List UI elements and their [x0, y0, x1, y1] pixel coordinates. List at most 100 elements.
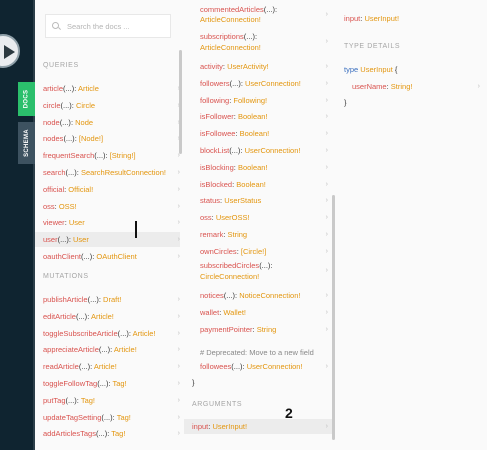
type-close-brace: }	[344, 98, 347, 107]
mutation-putTag[interactable]: putTag(...): Tag! ›	[43, 393, 180, 408]
play-icon	[4, 45, 15, 59]
mutation-editArticle[interactable]: editArticle(...): Article! ›	[43, 309, 180, 324]
chevron-right-icon: ›	[177, 185, 180, 193]
query-official[interactable]: official: Official! ›	[43, 182, 180, 197]
user-type-panel: commentedArticles(...): ArticleConnection…	[184, 0, 337, 450]
chevron-right-icon: ›	[325, 79, 328, 87]
field-isFollowee[interactable]: isFollowee: Boolean! ›	[200, 126, 328, 141]
chevron-right-icon: ›	[325, 267, 328, 275]
mutation-toggleSubscribeArticle[interactable]: toggleSubscribeArticle(...): Article! ›	[43, 326, 180, 341]
field-remark[interactable]: remark: String ›	[200, 227, 328, 242]
field-followees[interactable]: followees(...): UserConnection! ›	[200, 359, 328, 374]
field-isBlocked[interactable]: isBlocked: Boolean! ›	[200, 177, 328, 192]
chevron-right-icon: ›	[177, 396, 180, 404]
text-cursor	[135, 221, 137, 238]
field-subscribedCircles[interactable]: subscribedCircles(...): CircleConnection!…	[200, 261, 328, 283]
chevron-right-icon: ›	[325, 163, 328, 171]
chevron-right-icon: ›	[325, 308, 328, 316]
chevron-right-icon: ›	[325, 96, 328, 104]
field-commentedArticles[interactable]: commentedArticles(...): ArticleConnection…	[200, 4, 328, 26]
mutation-publishArticle[interactable]: publishArticle(...): Draft! ›	[43, 292, 180, 307]
chevron-right-icon: ›	[177, 236, 180, 244]
field-userName[interactable]: userName: String! ›	[352, 79, 480, 94]
panel3-title: input: UserInput!	[344, 14, 400, 23]
chevron-right-icon: ›	[325, 38, 328, 46]
chevron-right-icon: ›	[325, 113, 328, 121]
field-blockList[interactable]: blockList(...): UserConnection! ›	[200, 143, 328, 158]
field-wallet[interactable]: wallet: Wallet! ›	[200, 305, 328, 320]
chevron-right-icon: ›	[177, 380, 180, 387]
query-circle[interactable]: circle(...): Circle›	[43, 98, 180, 113]
type-declaration: type UserInput {	[344, 65, 398, 74]
field-activity[interactable]: activity: UserActivity! ›	[200, 59, 328, 74]
query-oss[interactable]: oss: OSS! ›	[43, 199, 180, 214]
field-isBlocking[interactable]: isBlocking: Boolean! ›	[200, 160, 328, 175]
docs-root-panel: QUERIES article(...): Article› circle(...…	[35, 0, 185, 450]
chevron-right-icon: ›	[177, 219, 180, 227]
field-following[interactable]: following: Following! ›	[200, 93, 328, 108]
mutation-appreciateArticle[interactable]: appreciateArticle(...): Article! ›	[43, 342, 180, 357]
mutation-toggleFollowTag[interactable]: toggleFollowTag(...): Tag! ›	[43, 376, 180, 391]
query-nodes[interactable]: nodes(...): [Node!]›	[43, 131, 180, 146]
mutation-addArticlesTags[interactable]: addArticlesTags(...): Tag! ›	[43, 426, 180, 441]
chevron-right-icon: ›	[177, 202, 180, 210]
type-details-heading: TYPE DETAILS	[344, 43, 401, 50]
mutations-heading: MUTATIONS	[43, 273, 89, 280]
chevron-right-icon: ›	[177, 312, 180, 320]
chevron-right-icon: ›	[477, 83, 480, 90]
chevron-right-icon: ›	[177, 169, 180, 176]
chevron-right-icon: ›	[177, 346, 180, 354]
field-ownCircles[interactable]: ownCircles: [Circle!] ›	[200, 244, 328, 259]
field-isFollower[interactable]: isFollower: Boolean! ›	[200, 109, 328, 124]
tab-docs[interactable]: DOCS	[18, 82, 35, 116]
field-notices[interactable]: notices(...): NoticeConnection! ›	[200, 288, 328, 303]
query-viewer[interactable]: viewer: User ›	[43, 215, 180, 230]
chevron-right-icon: ›	[325, 214, 328, 222]
query-frequentSearch[interactable]: frequentSearch(...): [String!] ›	[43, 148, 180, 163]
mutation-updateTagSetting[interactable]: updateTagSetting(...): Tag! ›	[43, 410, 180, 425]
chevron-right-icon: ›	[325, 363, 328, 370]
userinput-panel: input: UserInput! TYPE DETAILS type User…	[336, 0, 487, 450]
mutation-readArticle[interactable]: readArticle(...): Article! ›	[43, 359, 180, 374]
chevron-right-icon: ›	[325, 247, 328, 255]
chevron-right-icon: ›	[325, 130, 328, 138]
chevron-right-icon: ›	[325, 63, 328, 70]
field-followers[interactable]: followers(...): UserConnection! ›	[200, 76, 328, 91]
search-box[interactable]	[45, 14, 171, 38]
tab-schema[interactable]: SCHEMA	[18, 122, 35, 164]
query-article[interactable]: article(...): Article›	[43, 81, 180, 96]
left-dark-panel: DOCS SCHEMA	[0, 0, 35, 450]
chevron-right-icon: ›	[177, 296, 180, 303]
chevron-right-icon: ›	[325, 292, 328, 300]
panel2-scrollbar[interactable]	[332, 195, 335, 440]
chevron-right-icon: ›	[325, 147, 328, 154]
query-user[interactable]: user(...): User ›	[35, 232, 180, 248]
chevron-right-icon: ›	[177, 253, 180, 260]
search-icon	[52, 21, 61, 31]
query-node[interactable]: node(...): Node›	[43, 115, 180, 130]
arguments-heading: ARGUMENTS	[192, 401, 243, 408]
chevron-right-icon: ›	[325, 423, 328, 430]
chevron-right-icon: ›	[177, 430, 180, 438]
field-subscriptions[interactable]: subscriptions(...): ArticleConnection! ›	[200, 32, 328, 54]
field-paymentPointer[interactable]: paymentPointer: String ›	[200, 322, 328, 337]
cursor-annotation: 2	[285, 405, 293, 421]
chevron-right-icon: ›	[325, 180, 328, 188]
field-oss[interactable]: oss: UserOSS! ›	[200, 210, 328, 225]
chevron-right-icon: ›	[325, 10, 328, 18]
chevron-right-icon: ›	[177, 329, 180, 337]
queries-heading: QUERIES	[43, 62, 79, 69]
chevron-right-icon: ›	[325, 325, 328, 333]
search-input[interactable]	[67, 21, 167, 31]
run-query-button[interactable]	[0, 34, 20, 68]
panel1-scrollbar[interactable]	[179, 50, 182, 154]
field-status[interactable]: status: UserStatus ›	[200, 193, 328, 208]
argument-input[interactable]: input: UserInput! ›	[184, 419, 332, 434]
chevron-right-icon: ›	[177, 363, 180, 371]
chevron-right-icon: ›	[325, 231, 328, 238]
chevron-right-icon: ›	[177, 413, 180, 421]
query-search[interactable]: search(...): SearchResultConnection! ›	[43, 165, 180, 180]
closing-brace: }	[192, 378, 195, 387]
deprecated-comment: # Deprecated: Move to a new field	[200, 348, 314, 357]
query-oauthClient[interactable]: oauthClient(...): OAuthClient ›	[43, 249, 180, 264]
